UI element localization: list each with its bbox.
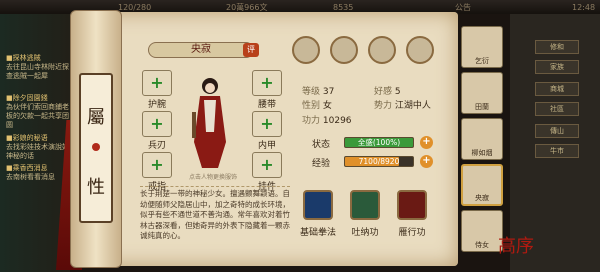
status-plus-button[interactable]: + [420,136,433,149]
stat-gender: 性别 女 [302,101,332,111]
money-value: 20萬966文 [226,2,268,12]
gold-value: 8535 [333,2,354,12]
equip-slot-weapon[interactable]: + [142,111,172,137]
exp-text: 7100/8920 [358,157,400,166]
notice-button[interactable]: 公告 [455,2,471,13]
status-bar: 全盛(100%) [344,137,414,148]
status-icons [292,36,452,76]
party-portrait-selected[interactable]: 央寂 [461,164,503,206]
equip-slot-ring[interactable]: + [142,152,172,178]
party-portrait[interactable]: 侍女 [461,210,503,252]
evaluate-button[interactable]: 评 [243,43,259,57]
stat-rank: 等级 37 [302,87,335,97]
book-icon [303,190,333,220]
quest-item[interactable]: ■乘香西消息 去南树看看消息 [6,164,70,182]
equip-slot-belt[interactable]: + [252,70,282,96]
pot-icon[interactable] [330,36,358,64]
skill-label: 吐纳功 [351,228,379,238]
tab-dot [92,143,100,151]
scroll-rod: 屬 性 [70,10,122,268]
equip-slot-wrist[interactable]: + [142,70,172,96]
equip-slot-pendant[interactable]: + [252,152,282,178]
figure-caption: 点击人物更换服饰 [188,174,237,181]
clock: 12:48 [572,2,596,12]
slot-label: 内甲 [257,141,276,151]
monk-icon[interactable] [292,36,320,64]
menu-button[interactable]: 社區 [535,102,579,116]
party-portrait[interactable]: 柳如烟 [461,118,503,160]
skill-slot[interactable] [392,190,432,226]
exp-bar: 7100/8920 [344,156,414,167]
slot-label: 护腕 [147,100,166,110]
book-icon [397,190,427,220]
tab-char-2: 性 [87,177,105,198]
stat-power: 功力 10296 [302,116,352,126]
stat-favor: 好感 5 [374,87,401,97]
slot-label: 腰带 [257,100,276,110]
brand-logo: 高序 [498,236,534,257]
status-text: 全盛(100%) [357,138,401,147]
quest-item[interactable]: ■彩娘的秘语 去找彩娃技术演說好神秘的话 [6,134,70,161]
character-description: 长于荆楚一带的神秘少女。擅遇颤舞颖语。自幼便随师父隐居山中，加之奇特的成长环境，… [140,186,290,256]
exp-label: 经验 [312,159,331,169]
slot-label: 兵刃 [147,141,166,151]
skill-slot[interactable] [298,190,338,226]
exp-plus-button[interactable]: + [420,155,433,168]
character-name: 央寂 [148,42,254,58]
menu-button[interactable]: 傳山 [535,124,579,138]
menu-button[interactable]: 商城 [535,82,579,96]
menu-button[interactable]: 家族 [535,60,579,74]
status-label: 状态 [312,140,331,150]
quest-item[interactable]: ■探林逃賊 去往昆山寺林附近探查逃賊一起犀 [6,54,70,81]
character-figure[interactable] [188,72,232,172]
sword-icon[interactable] [406,36,434,64]
quest-item[interactable]: ■除夕固園錢 為伙伴们索回商鋪老板的欠款一起共享团圆 [6,94,70,130]
fan-icon[interactable] [368,36,396,64]
equip-slot-armor[interactable]: + [252,111,282,137]
book-icon [350,190,380,220]
attribute-tab[interactable]: 屬 性 [79,73,113,223]
stat-faction: 势力 江湖中人 [374,101,431,111]
skill-label: 基础拳法 [299,228,336,238]
party-portrait[interactable]: 田蘭 [461,72,503,114]
menu-button[interactable]: 修和 [535,40,579,54]
party-portrait[interactable]: 乞衍 [461,26,503,68]
tab-char-1: 屬 [87,107,105,128]
stamina-value: 120/280 [118,2,152,12]
menu-button[interactable]: 牛市 [535,144,579,158]
skill-label: 雁行功 [398,228,426,238]
skill-slot[interactable] [345,190,385,226]
